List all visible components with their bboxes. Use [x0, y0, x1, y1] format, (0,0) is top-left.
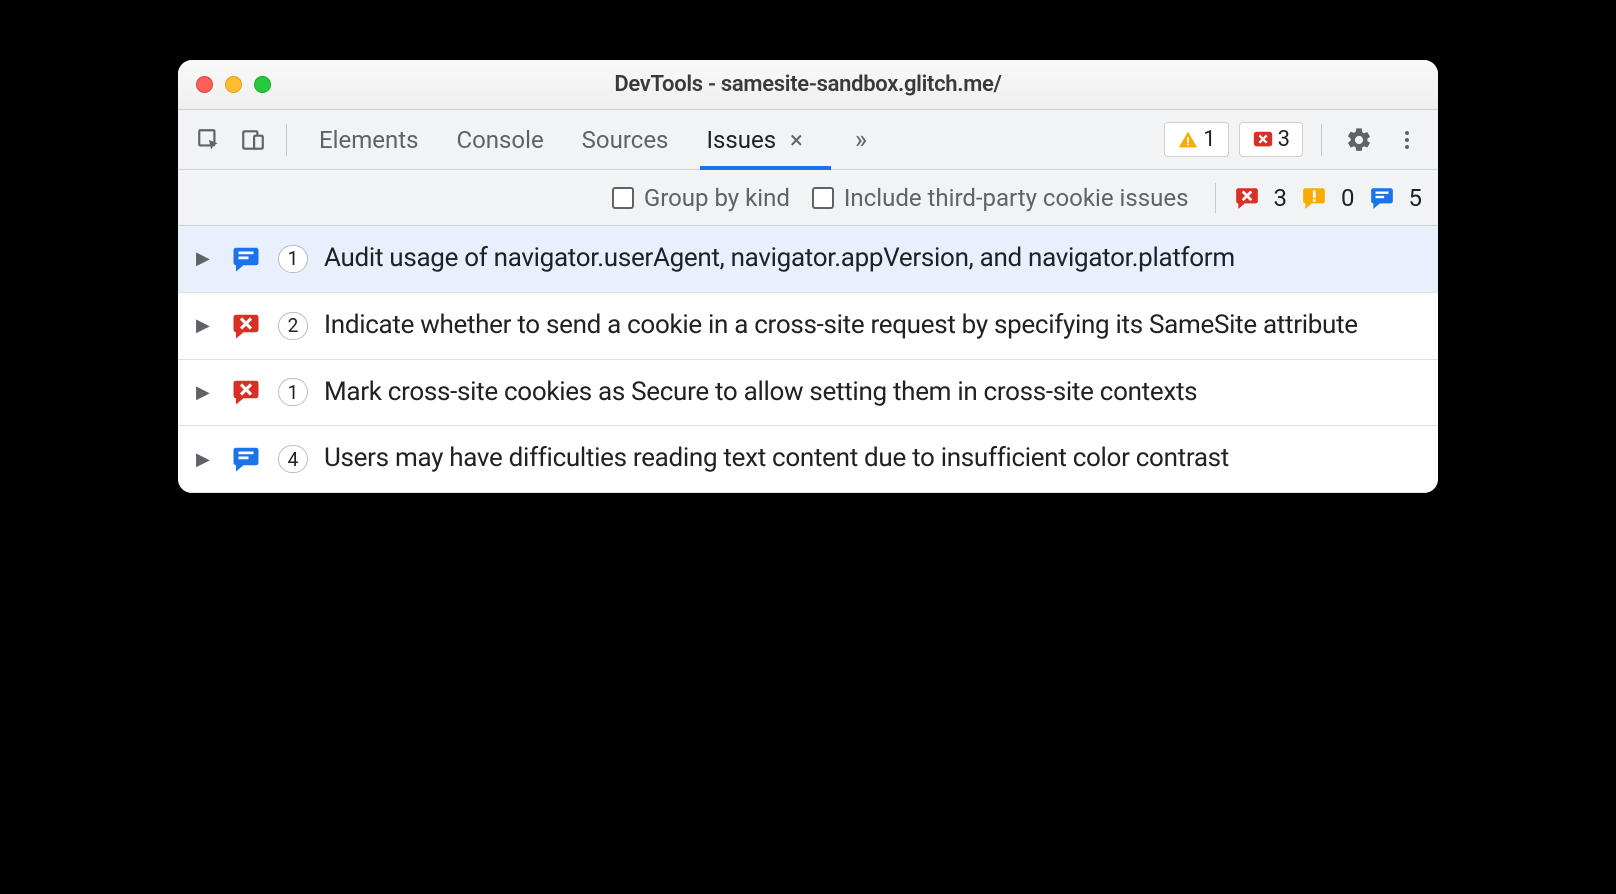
- issue-count-badge: 1: [278, 245, 308, 273]
- issue-row[interactable]: ▶ 1 Mark cross-site cookies as Secure to a…: [178, 360, 1438, 427]
- toolbar-divider: [286, 124, 287, 156]
- include-third-party-label: Include third-party cookie issues: [844, 184, 1189, 212]
- window-title: DevTools - samesite-sandbox.glitch.me/: [178, 72, 1438, 97]
- warning-bubble-icon: [1301, 185, 1327, 211]
- error-bubble-icon: [1234, 185, 1260, 211]
- issue-count-badge: 1: [278, 378, 308, 406]
- checkbox-icon: [812, 187, 834, 209]
- minimize-window-button[interactable]: [225, 76, 242, 93]
- traffic-lights: [196, 76, 271, 93]
- toolbar-right: 1 3: [1164, 121, 1426, 159]
- group-by-kind-label: Group by kind: [644, 184, 790, 212]
- error-bubble-icon: [230, 310, 262, 342]
- main-toolbar: Elements Console Sources Issues × » 1 3: [178, 110, 1438, 170]
- more-tabs-icon[interactable]: »: [855, 125, 867, 155]
- warnings-badge[interactable]: 1: [1164, 122, 1228, 157]
- close-window-button[interactable]: [196, 76, 213, 93]
- toolbar-divider-2: [1321, 124, 1322, 156]
- info-count: 5: [1409, 184, 1423, 212]
- checkbox-icon: [612, 187, 634, 209]
- close-tab-icon[interactable]: ×: [790, 126, 803, 154]
- disclosure-triangle-icon[interactable]: ▶: [196, 248, 214, 269]
- error-count: 3: [1274, 184, 1288, 212]
- issue-count-badge: 4: [278, 445, 308, 473]
- info-bubble-icon: [1369, 185, 1395, 211]
- info-bubble-icon: [230, 243, 262, 275]
- issue-title: Mark cross-site cookies as Secure to all…: [324, 376, 1197, 410]
- info-bubble-icon: [230, 443, 262, 475]
- issue-title: Users may have difficulties reading text…: [324, 442, 1229, 476]
- tab-console[interactable]: Console: [452, 112, 547, 168]
- issue-title: Audit usage of navigator.userAgent, navi…: [324, 242, 1235, 276]
- maximize-window-button[interactable]: [254, 76, 271, 93]
- include-third-party-checkbox[interactable]: Include third-party cookie issues: [812, 184, 1189, 212]
- group-by-kind-checkbox[interactable]: Group by kind: [612, 184, 790, 212]
- error-bubble-icon: [230, 376, 262, 408]
- devtools-window: DevTools - samesite-sandbox.glitch.me/ E…: [178, 60, 1438, 493]
- settings-icon[interactable]: [1340, 121, 1378, 159]
- disclosure-triangle-icon[interactable]: ▶: [196, 315, 214, 336]
- disclosure-triangle-icon[interactable]: ▶: [196, 382, 214, 403]
- inspect-element-icon[interactable]: [190, 121, 228, 159]
- tab-elements[interactable]: Elements: [315, 112, 422, 168]
- warnings-count: 1: [1203, 127, 1215, 152]
- disclosure-triangle-icon[interactable]: ▶: [196, 449, 214, 470]
- issue-row[interactable]: ▶ 1 Audit usage of navigator.userAgent, na…: [178, 226, 1438, 293]
- tab-sources[interactable]: Sources: [578, 112, 673, 168]
- warning-count: 0: [1341, 184, 1355, 212]
- panel-tabs: Elements Console Sources Issues × »: [315, 112, 867, 168]
- tab-issues-label: Issues: [706, 126, 776, 154]
- issue-row[interactable]: ▶ 2 Indicate whether to send a cookie in a…: [178, 293, 1438, 360]
- issue-count-badge: 2: [278, 312, 308, 340]
- device-toggle-icon[interactable]: [234, 121, 272, 159]
- errors-count: 3: [1278, 127, 1290, 152]
- issue-kind-counts: 3 0 5: [1211, 183, 1423, 213]
- issue-row[interactable]: ▶ 4 Users may have difficulties reading te…: [178, 426, 1438, 493]
- issues-options-bar: Group by kind Include third-party cookie…: [178, 170, 1438, 226]
- titlebar: DevTools - samesite-sandbox.glitch.me/: [178, 60, 1438, 110]
- issues-list: ▶ 1 Audit usage of navigator.userAgent, na…: [178, 226, 1438, 493]
- kebab-menu-icon[interactable]: [1388, 121, 1426, 159]
- tab-issues[interactable]: Issues ×: [702, 112, 806, 168]
- errors-badge[interactable]: 3: [1239, 122, 1303, 157]
- issue-title: Indicate whether to send a cookie in a c…: [324, 309, 1358, 343]
